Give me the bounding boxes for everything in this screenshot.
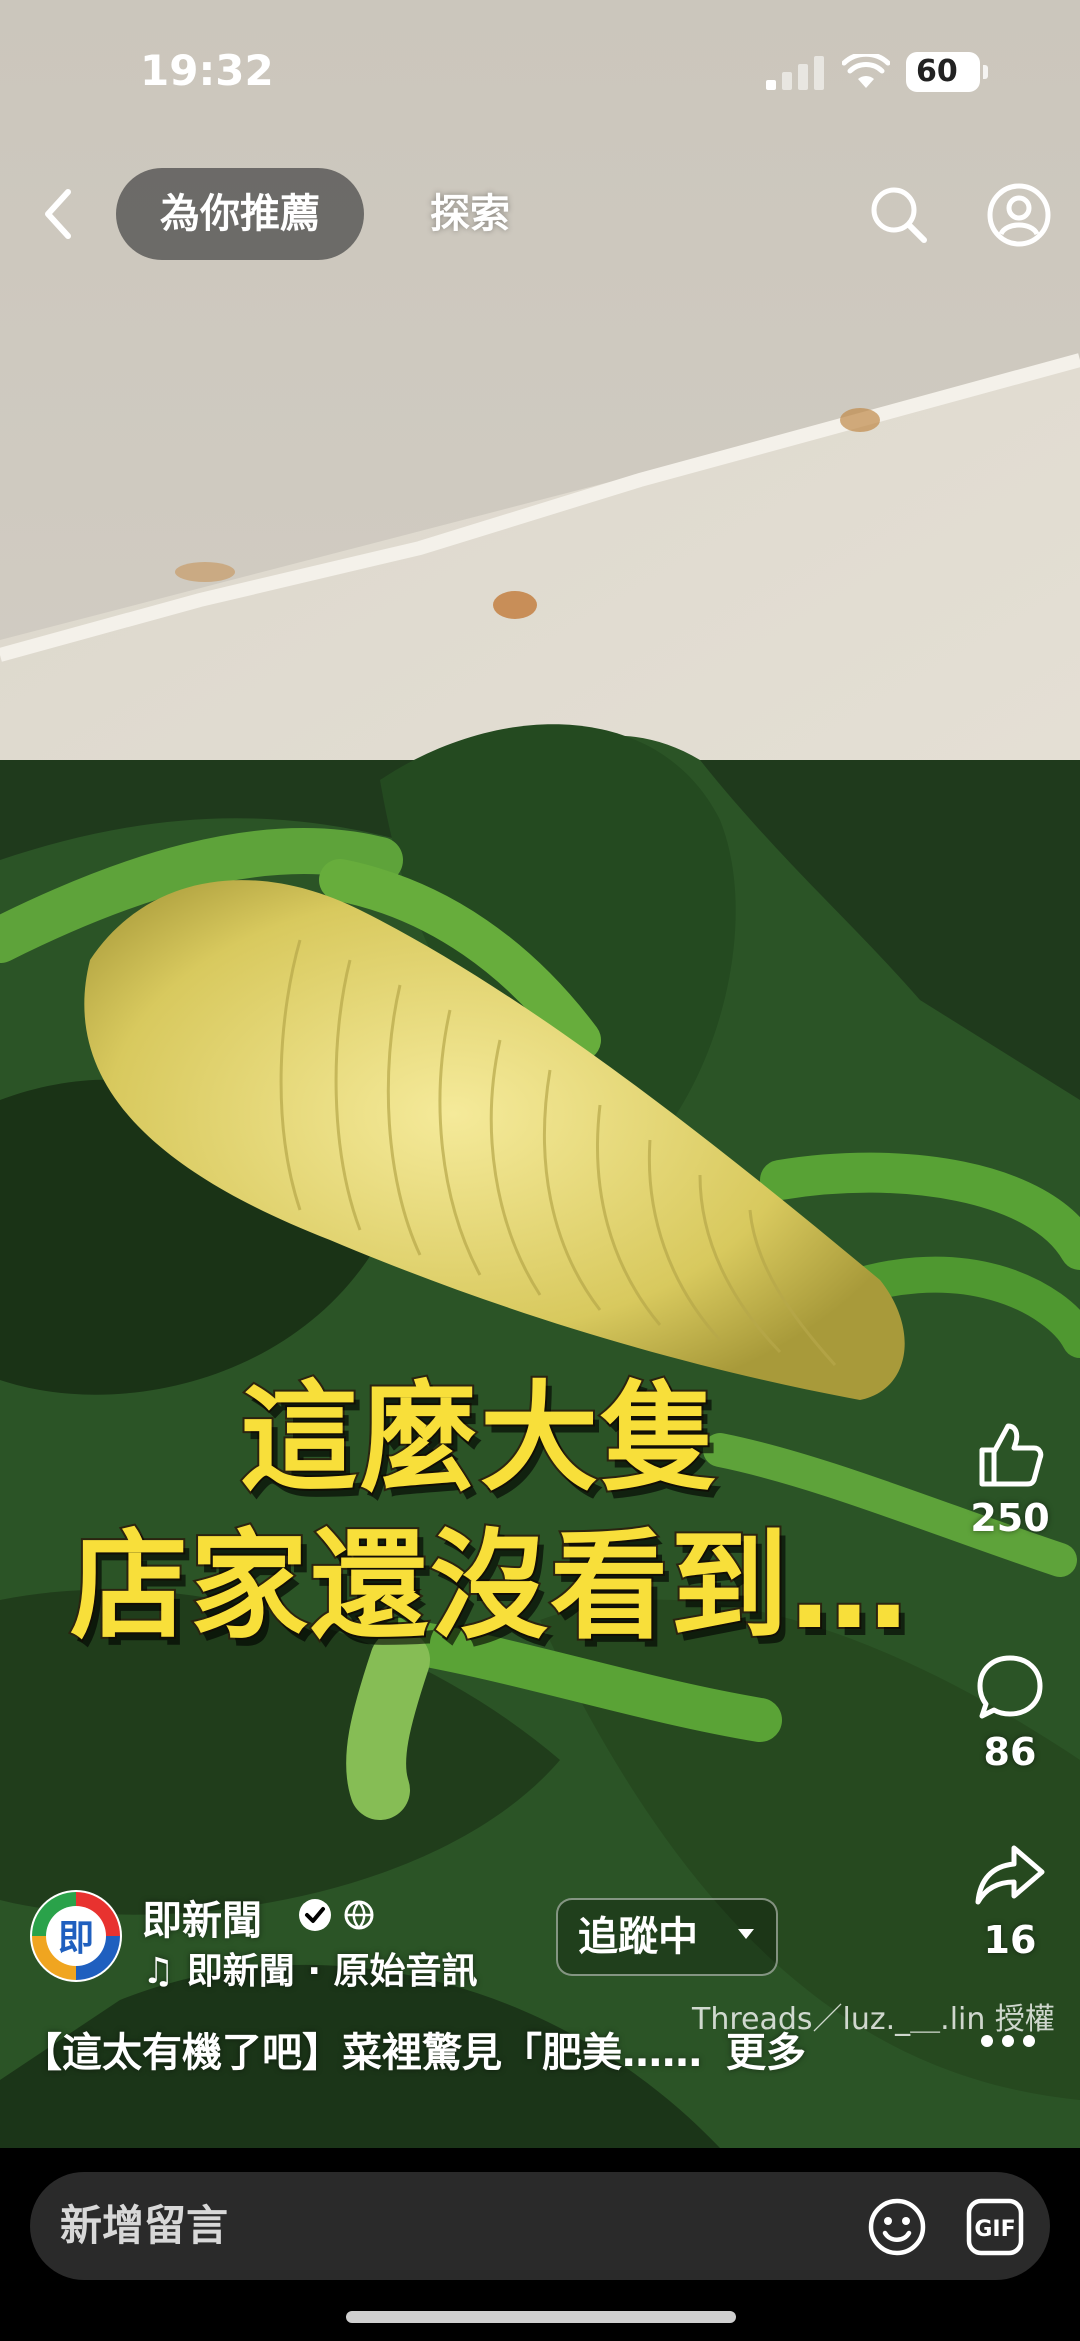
comment-input[interactable]: 新增留言 GIF [30, 2172, 1050, 2280]
share-count: 16 [983, 1918, 1037, 1962]
globe-icon [344, 1900, 374, 1930]
comment-count: 86 [983, 1730, 1037, 1774]
video-frame [0, 0, 1080, 2148]
comment-placeholder: 新增留言 [60, 2201, 229, 2250]
status-bar: 19:32 60 [0, 0, 1080, 150]
gif-icon[interactable]: GIF [966, 2198, 1024, 2256]
cellular-signal-icon [766, 56, 824, 90]
account-name[interactable]: 即新聞 [142, 1888, 262, 1946]
comment-button[interactable]: 86 [955, 1652, 1065, 1774]
top-nav: 為你推薦 探索 [0, 160, 1080, 270]
post-description[interactable]: 【這太有機了吧】菜裡驚見「肥美…… 更多 [22, 2020, 806, 2078]
home-indicator[interactable] [346, 2311, 736, 2323]
video-player[interactable] [0, 0, 1080, 2148]
comment-bubble-icon [977, 1655, 1043, 1719]
battery-indicator: 60 [906, 52, 980, 92]
video-caption-line2: 店家還沒看到… [68, 1515, 911, 1657]
profile-icon[interactable] [986, 182, 1052, 248]
wifi-icon [842, 54, 890, 88]
battery-cap [983, 65, 988, 79]
thumbs-up-icon [979, 1423, 1044, 1487]
news-logo-icon: 即 [32, 1892, 120, 1980]
avatar[interactable]: 即 [30, 1890, 122, 1982]
chevron-down-icon [738, 1929, 754, 1939]
status-time: 19:32 [140, 46, 274, 95]
avatar-initial: 即 [58, 1918, 94, 1959]
description-text: 【這太有機了吧】菜裡驚見「肥美…… [22, 2030, 702, 2076]
tab-explore[interactable]: 探索 [410, 168, 530, 260]
verified-badge-icon [299, 1899, 331, 1931]
emoji-icon[interactable] [868, 2198, 926, 2256]
tab-for-you[interactable]: 為你推薦 [116, 168, 364, 260]
like-button[interactable]: 250 [955, 1418, 1065, 1540]
share-arrow-icon [975, 1845, 1045, 1905]
bottom-bar: 新增留言 GIF [0, 2148, 1080, 2341]
audio-label[interactable]: ♫ 即新聞 · 原始音訊 [142, 1942, 478, 1994]
more-link[interactable]: 更多 [726, 2030, 806, 2076]
more-options-icon[interactable] [980, 2034, 1036, 2048]
video-caption-line1: 這麼大隻 [238, 1367, 721, 1509]
back-arrow-icon[interactable] [34, 182, 84, 246]
share-button[interactable]: 16 [955, 1840, 1065, 1962]
search-icon[interactable] [866, 182, 930, 246]
svg-text:GIF: GIF [974, 2217, 1015, 2242]
like-count: 250 [970, 1496, 1050, 1540]
